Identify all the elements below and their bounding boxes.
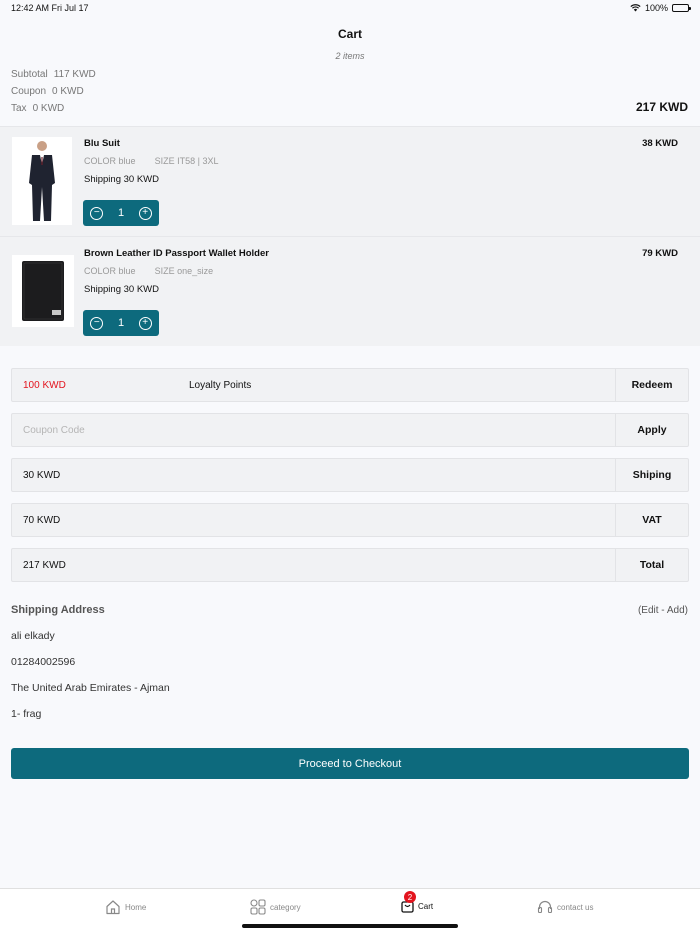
proceed-to-checkout-button[interactable]: Proceed to Checkout	[11, 748, 689, 779]
address-location: The United Arab Emirates - Ajman	[11, 682, 170, 694]
item-shipping: Shipping 30 KWD	[84, 284, 159, 295]
size-label: SIZE	[154, 266, 175, 276]
item-shipping: Shipping 30 KWD	[84, 174, 159, 185]
vat-amount: 70 KWD	[23, 515, 61, 526]
wifi-icon	[630, 4, 641, 12]
shipping-label: Shiping	[615, 459, 688, 491]
tab-cart-label: Cart	[418, 901, 434, 911]
loyalty-label: Loyalty Points	[189, 380, 252, 391]
minus-icon[interactable]: −	[90, 206, 104, 220]
shipping-value: 30 KWD	[123, 284, 159, 295]
quantity-stepper[interactable]: − 1 +	[83, 200, 159, 226]
address-street: 1- frag	[11, 708, 42, 720]
quantity-value: 1	[117, 317, 125, 329]
status-time: 12:42 AM Fri Jul 17	[11, 3, 89, 13]
loyalty-amount: 100 KWD	[23, 380, 66, 391]
size-label: SIZE	[154, 156, 175, 166]
cart-item[interactable]: Brown Leather ID Passport Wallet Holder …	[0, 236, 700, 346]
quantity-value: 1	[117, 207, 125, 219]
address-phone: 01284002596	[11, 656, 76, 668]
battery-icon	[672, 4, 691, 12]
loyalty-row: 100 KWD Loyalty Points Redeem	[11, 368, 689, 402]
tab-contact[interactable]: contact us	[537, 899, 593, 915]
tab-category[interactable]: category	[250, 899, 301, 915]
total-row: 217 KWD Total	[11, 548, 689, 582]
tax-line: Tax 0 KWD	[11, 103, 64, 114]
cart-item[interactable]: Blu Suit 38 KWD COLOR blue SIZE IT58 | 3…	[0, 126, 700, 236]
vat-label: VAT	[615, 504, 688, 536]
coupon-input[interactable]	[12, 414, 616, 446]
subtotal-label: Subtotal	[11, 69, 48, 80]
tab-home[interactable]: Home	[105, 899, 146, 915]
grand-total: 217 KWD	[635, 100, 688, 114]
apply-button[interactable]: Apply	[615, 414, 688, 446]
subtotal-value: 117 KWD	[53, 69, 96, 80]
coupon-line: Coupon 0 KWD	[11, 86, 84, 97]
product-name[interactable]: Brown Leather ID Passport Wallet Holder	[84, 248, 269, 259]
plus-icon[interactable]: +	[138, 316, 152, 330]
address-name: ali elkady	[11, 630, 55, 642]
size-value: one_size	[177, 266, 214, 276]
total-label: Total	[615, 549, 688, 581]
shipping-amount: 30 KWD	[23, 470, 61, 481]
tab-cart[interactable]: 2 Cart	[401, 891, 434, 913]
redeem-button[interactable]: Redeem	[615, 369, 688, 401]
cart-badge: 2	[404, 891, 416, 903]
shipping-value: 30 KWD	[123, 174, 159, 185]
product-price: 79 KWD	[642, 248, 678, 259]
product-name[interactable]: Blu Suit	[84, 138, 120, 149]
headset-icon	[537, 900, 553, 914]
cart-icon-wrap: 2	[401, 891, 416, 913]
status-bar: 12:42 AM Fri Jul 17 100%	[0, 0, 700, 18]
edit-address-link[interactable]: (Edit - Add)	[638, 605, 688, 616]
product-image-suit[interactable]	[12, 137, 72, 225]
tab-home-label: Home	[125, 902, 147, 912]
tab-contact-label: contact us	[557, 902, 594, 912]
shipping-label: Shipping	[84, 284, 121, 295]
coupon-row: Apply	[11, 413, 689, 447]
page-title: Cart	[337, 27, 362, 41]
size-value: IT58 | 3XL	[177, 156, 219, 166]
coupon-value: 0 KWD	[52, 86, 84, 97]
grid-icon	[250, 899, 266, 915]
quantity-stepper[interactable]: − 1 +	[83, 310, 159, 336]
home-indicator	[242, 924, 458, 928]
total-amount: 217 KWD	[23, 560, 66, 571]
item-count: 2 items	[335, 51, 365, 61]
vat-row: 70 KWD VAT	[11, 503, 689, 537]
product-price: 38 KWD	[642, 138, 678, 149]
tab-category-label: category	[270, 902, 301, 912]
color-value: blue	[118, 266, 136, 276]
minus-icon[interactable]: −	[90, 316, 104, 330]
shipping-label: Shipping	[84, 174, 121, 185]
color-label: COLOR	[84, 156, 117, 166]
plus-icon[interactable]: +	[138, 206, 152, 220]
color-label: COLOR	[84, 266, 117, 276]
status-right: 100%	[630, 3, 691, 13]
shipping-address-heading: Shipping Address	[11, 604, 105, 616]
product-image-wallet[interactable]	[12, 255, 74, 327]
product-attributes: COLOR blue SIZE IT58 | 3XL	[84, 156, 218, 166]
product-attributes: COLOR blue SIZE one_size	[84, 266, 213, 276]
battery-percent: 100%	[644, 3, 668, 13]
shipping-row: 30 KWD Shiping	[11, 458, 689, 492]
coupon-label: Coupon	[11, 86, 47, 97]
home-icon	[106, 900, 120, 915]
tax-value: 0 KWD	[32, 103, 65, 114]
subtotal-line: Subtotal 117 KWD	[11, 69, 96, 80]
color-value: blue	[118, 156, 136, 166]
tax-label: Tax	[11, 103, 27, 114]
